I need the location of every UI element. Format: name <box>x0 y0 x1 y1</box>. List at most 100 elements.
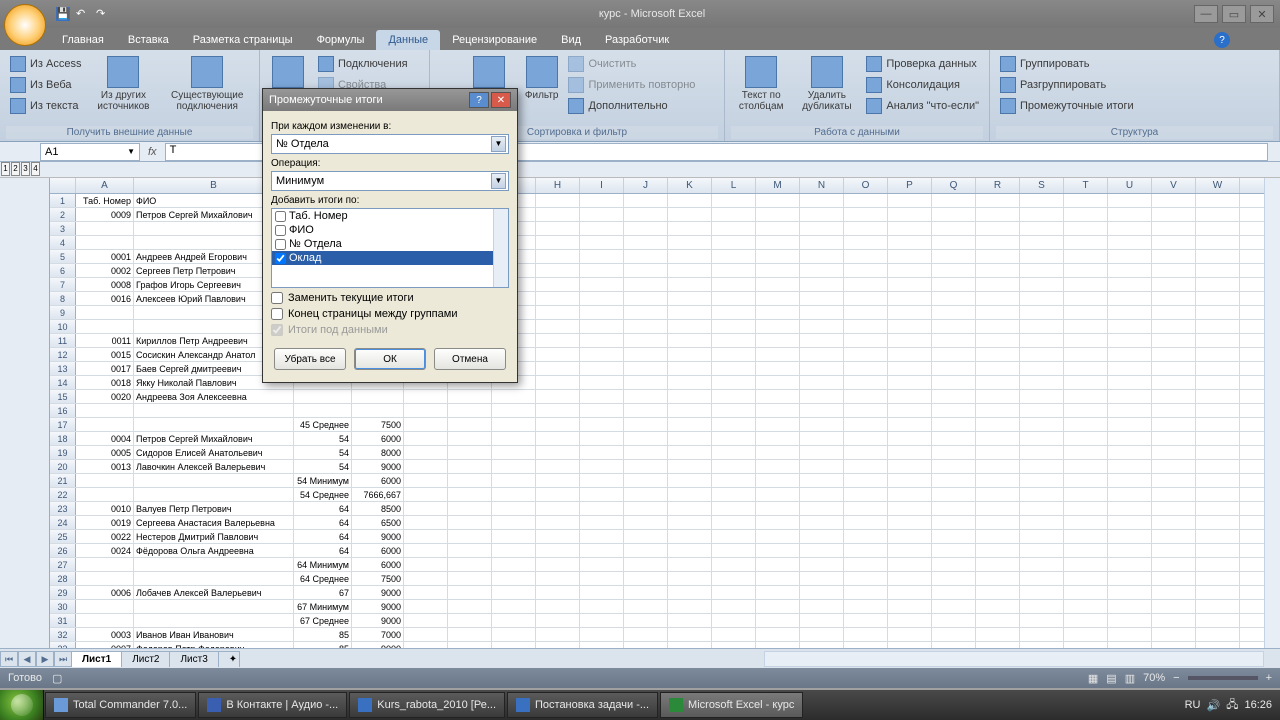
sheet-tab[interactable]: Лист2 <box>121 651 170 667</box>
tray-icon[interactable]: 🔊 <box>1207 699 1221 712</box>
table-row[interactable]: 3067 Минимум9000 <box>50 600 1280 614</box>
tab-page-layout[interactable]: Разметка страницы <box>181 30 305 50</box>
table-row[interactable]: 120015Сосискин Александр Анатол <box>50 348 1280 362</box>
cancel-button[interactable]: Отмена <box>434 348 506 370</box>
table-row[interactable]: 60002Сергеев Петр Петрович <box>50 264 1280 278</box>
sheet-tab[interactable]: Лист1 <box>71 651 122 667</box>
subtotal-button[interactable]: Промежуточные итоги <box>996 96 1138 116</box>
fx-icon[interactable]: fx <box>148 146 157 158</box>
chevron-down-icon[interactable]: ▼ <box>491 136 506 152</box>
outline-level-4[interactable]: 4 <box>31 162 40 176</box>
taskbar-item[interactable]: Microsoft Excel - курс <box>660 692 803 718</box>
tab-data[interactable]: Данные <box>376 30 440 50</box>
outline-level-2[interactable]: 2 <box>11 162 20 176</box>
sheet-nav-last[interactable]: ⏭ <box>54 651 72 667</box>
name-box[interactable]: A1▼ <box>40 143 140 161</box>
taskbar-item[interactable]: Kurs_rabota_2010 [Ре... <box>349 692 505 718</box>
outline-level-1[interactable]: 1 <box>1 162 10 176</box>
table-row[interactable]: 190005Сидоров Елисей Анатольевич548000 <box>50 446 1280 460</box>
tray-time[interactable]: 16:26 <box>1244 699 1272 711</box>
record-macro-icon[interactable]: ▢ <box>52 672 62 685</box>
list-item[interactable]: Таб. Номер <box>272 209 508 223</box>
table-row[interactable]: 50001Андреев Андрей Егорович <box>50 250 1280 264</box>
table-row[interactable]: 2154 Минимум6000 <box>50 474 1280 488</box>
ok-button[interactable]: ОК <box>354 348 426 370</box>
sheet-nav-first[interactable]: ⏮ <box>0 651 18 667</box>
listbox-add-subtotal-to[interactable]: Таб. Номер ФИО № Отдела Оклад <box>271 208 509 288</box>
help-icon[interactable]: ? <box>1214 32 1230 48</box>
tab-formulas[interactable]: Формулы <box>305 30 377 50</box>
table-row[interactable]: 1745 Среднее7500 <box>50 418 1280 432</box>
table-row[interactable]: 130017Баев Сергей дмитреевич <box>50 362 1280 376</box>
table-row[interactable]: 3 <box>50 222 1280 236</box>
view-pagebreak-icon[interactable]: ▥ <box>1125 672 1135 685</box>
close-button[interactable]: ✕ <box>1250 5 1274 23</box>
table-row[interactable]: 110011Кириллов Петр Андреевич <box>50 334 1280 348</box>
table-row[interactable]: 180004Петров Сергей Михайлович546000 <box>50 432 1280 446</box>
remove-duplicates-button[interactable]: Удалить дубликаты <box>795 54 858 114</box>
vertical-scrollbar[interactable] <box>1264 178 1280 648</box>
tray-icon[interactable]: 🖧 <box>1226 696 1238 715</box>
table-row[interactable]: 140018Якку Николай Павлович <box>50 376 1280 390</box>
combo-operation[interactable]: Минимум▼ <box>271 171 509 191</box>
table-row[interactable]: 2254 Среднее7666,667 <box>50 488 1280 502</box>
office-button[interactable] <box>4 4 46 46</box>
other-sources-button[interactable]: Из других источников <box>89 54 157 114</box>
dialog-help-button[interactable]: ? <box>469 92 489 108</box>
chevron-down-icon[interactable]: ▼ <box>491 173 506 189</box>
from-access-button[interactable]: Из Access <box>6 54 85 74</box>
tab-insert[interactable]: Вставка <box>116 30 181 50</box>
zoom-slider[interactable] <box>1188 676 1258 680</box>
table-row[interactable]: 150020Андреева Зоя Алексеевна <box>50 390 1280 404</box>
undo-icon[interactable]: ↶ <box>76 7 90 21</box>
list-item[interactable]: Оклад <box>272 251 508 265</box>
connections-button[interactable]: Подключения <box>314 54 423 74</box>
sheet-nav-next[interactable]: ▶ <box>36 651 54 667</box>
tab-view[interactable]: Вид <box>549 30 593 50</box>
table-row[interactable]: 16 <box>50 404 1280 418</box>
table-row[interactable]: 240019Сергеева Анастасия Валерьевна64650… <box>50 516 1280 530</box>
table-row[interactable]: 10 <box>50 320 1280 334</box>
taskbar-item[interactable]: В Контакте | Аудио -... <box>198 692 347 718</box>
table-row[interactable]: 4 <box>50 236 1280 250</box>
maximize-button[interactable]: ▭ <box>1222 5 1246 23</box>
table-row[interactable]: 230010Валуев Петр Петрович648500 <box>50 502 1280 516</box>
reapply-button[interactable]: Применить повторно <box>564 75 699 95</box>
start-button[interactable] <box>0 690 44 720</box>
table-row[interactable]: 80016Алексеев Юрий Павлович <box>50 292 1280 306</box>
chk-page-break[interactable]: Конец страницы между группами <box>271 308 509 320</box>
view-layout-icon[interactable]: ▤ <box>1106 672 1116 685</box>
minimize-button[interactable]: — <box>1194 5 1218 23</box>
data-validation-button[interactable]: Проверка данных <box>862 54 983 74</box>
table-row[interactable]: 70008Графов Игорь Сергеевич <box>50 278 1280 292</box>
listbox-scrollbar[interactable] <box>493 209 508 287</box>
table-row[interactable]: 20009Петров Сергей Михайлович <box>50 208 1280 222</box>
tab-developer[interactable]: Разработчик <box>593 30 681 50</box>
horizontal-scrollbar[interactable] <box>764 651 1264 667</box>
table-row[interactable]: 1Таб. НомерФИО <box>50 194 1280 208</box>
dialog-close-button[interactable]: ✕ <box>491 92 511 108</box>
advanced-filter-button[interactable]: Дополнительно <box>564 96 699 116</box>
taskbar-item[interactable]: Total Commander 7.0... <box>45 692 196 718</box>
table-row[interactable]: 2864 Среднее7500 <box>50 572 1280 586</box>
sheet-nav-prev[interactable]: ◀ <box>18 651 36 667</box>
from-web-button[interactable]: Из Веба <box>6 75 85 95</box>
table-row[interactable]: 9 <box>50 306 1280 320</box>
list-item[interactable]: № Отдела <box>272 237 508 251</box>
filter-button[interactable]: Фильтр <box>523 54 561 103</box>
tab-review[interactable]: Рецензирование <box>440 30 549 50</box>
table-row[interactable]: 200013Лавочкин Алексей Валерьевич549000 <box>50 460 1280 474</box>
taskbar-item[interactable]: Постановка задачи -... <box>507 692 658 718</box>
list-item[interactable]: ФИО <box>272 223 508 237</box>
tab-home[interactable]: Главная <box>50 30 116 50</box>
dialog-titlebar[interactable]: Промежуточные итоги ? ✕ <box>263 89 517 111</box>
table-row[interactable]: 260024Фёдорова Ольга Андреевна646000 <box>50 544 1280 558</box>
new-sheet-button[interactable]: ✦ <box>218 651 240 667</box>
outline-gutter[interactable] <box>0 178 50 648</box>
outline-level-3[interactable]: 3 <box>21 162 30 176</box>
tray-lang[interactable]: RU <box>1185 699 1201 711</box>
view-normal-icon[interactable]: ▦ <box>1088 672 1098 685</box>
save-icon[interactable]: 💾 <box>56 7 70 21</box>
table-row[interactable]: 250022Нестеров Дмитрий Павлович649000 <box>50 530 1280 544</box>
remove-all-button[interactable]: Убрать все <box>274 348 346 370</box>
